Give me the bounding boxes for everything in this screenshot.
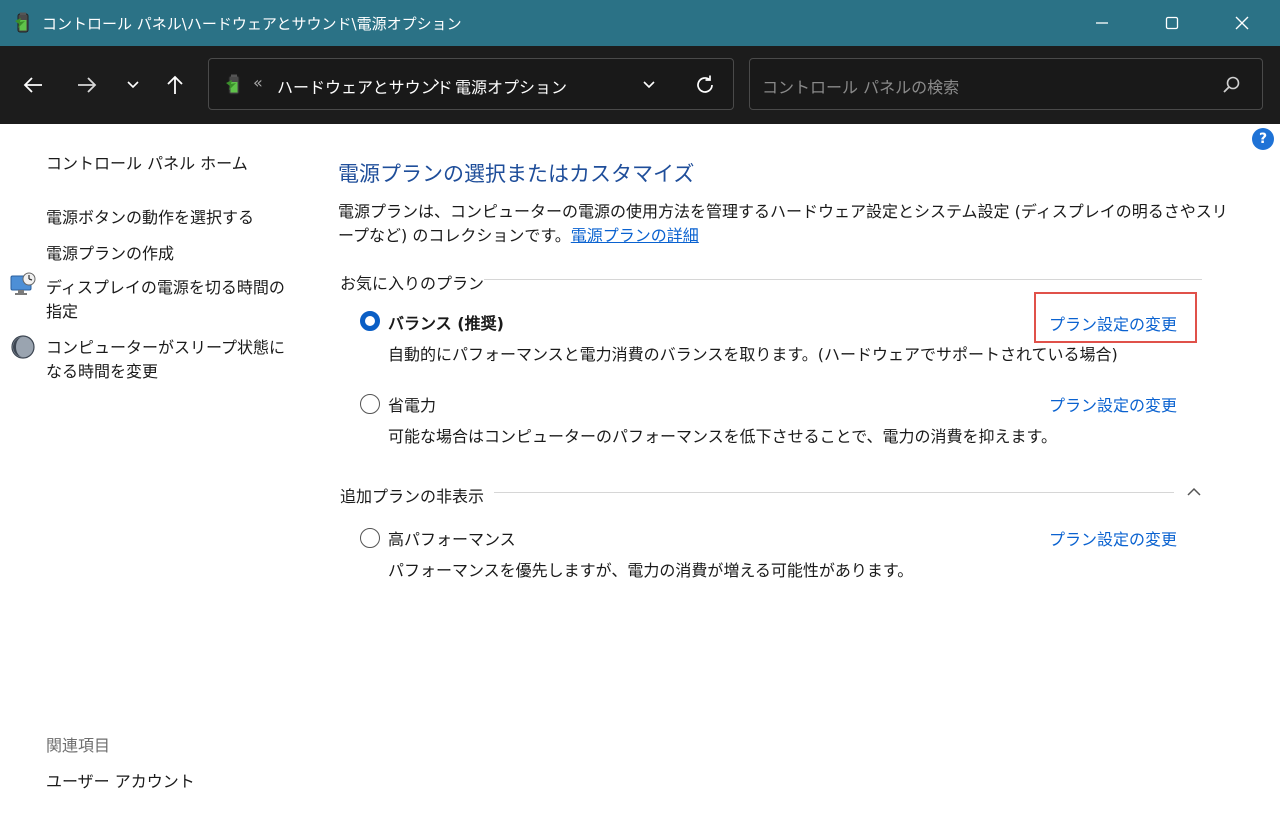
forward-button[interactable] <box>70 68 104 102</box>
maximize-icon <box>1165 16 1179 30</box>
plan-high-performance-change-settings-link[interactable]: プラン設定の変更 <box>1049 526 1177 550</box>
navigation-bar: « ハードウェアとサウンド › 電源オプション コントロール パネルの検索 <box>0 46 1280 124</box>
power-options-window: コントロール パネル\ハードウェアとサウンド\電源オプション « ハードウェアと… <box>0 0 1280 820</box>
breadcrumb-separator[interactable]: › <box>433 72 440 93</box>
search-box[interactable]: コントロール パネルの検索 <box>749 58 1263 110</box>
arrow-up-icon <box>167 75 183 94</box>
display-clock-icon <box>10 272 36 295</box>
sidebar-item-sleep-time[interactable]: コンピューターがスリープ状態になる時間を変更 <box>46 336 296 384</box>
chevron-down-icon <box>127 81 139 89</box>
hidden-plans-divider <box>494 492 1174 493</box>
sidebar-item-create-plan[interactable]: 電源プランの作成 <box>46 240 174 264</box>
maximize-button[interactable] <box>1142 0 1202 46</box>
back-button[interactable] <box>16 68 50 102</box>
plan-balanced-name[interactable]: バランス (推奨) <box>388 310 504 334</box>
plan-high-performance-name[interactable]: 高パフォーマンス <box>388 526 516 550</box>
refresh-button[interactable] <box>691 71 719 99</box>
power-battery-icon <box>226 74 240 95</box>
power-battery-icon <box>15 12 29 33</box>
address-overflow-chevron[interactable]: « <box>253 73 263 92</box>
plan-power-saver-name[interactable]: 省電力 <box>388 392 436 416</box>
collapse-hidden-plans-button[interactable] <box>1183 482 1205 502</box>
minimize-button[interactable] <box>1072 0 1132 46</box>
search-input[interactable]: コントロール パネルの検索 <box>762 74 959 98</box>
highlight-box <box>1034 292 1197 343</box>
moon-icon <box>11 335 35 359</box>
address-bar[interactable]: « ハードウェアとサウンド › 電源オプション <box>208 58 734 110</box>
chevron-down-icon <box>643 81 655 89</box>
chevron-up-icon <box>1187 487 1201 496</box>
plan-high-performance-description: パフォーマンスを優先しますが、電力の消費が増える可能性があります。 <box>388 561 914 580</box>
plan-power-saver-change-settings-link[interactable]: プラン設定の変更 <box>1049 392 1177 416</box>
related-header: 関連項目 <box>46 736 111 755</box>
control-panel-home-link[interactable]: コントロール パネル ホーム <box>46 150 248 174</box>
page-title: 電源プランの選択またはカスタマイズ <box>338 162 695 186</box>
title-bar[interactable]: コントロール パネル\ハードウェアとサウンド\電源オプション <box>0 0 1280 46</box>
sidebar-item-power-button[interactable]: 電源ボタンの動作を選択する <box>46 204 254 228</box>
plan-power-saver-description: 可能な場合はコンピューターのパフォーマンスを低下させることで、電力の消費を抑えま… <box>388 427 1057 446</box>
hidden-plans-header[interactable]: 追加プランの非表示 <box>340 483 484 507</box>
description-text: 電源プランは、コンピューターの電源の使用方法を管理するハードウェア設定とシステム… <box>338 202 1228 245</box>
sidebar-item-display-off-time[interactable]: ディスプレイの電源を切る時間の指定 <box>46 276 296 324</box>
arrow-right-icon <box>78 77 97 93</box>
user-accounts-link[interactable]: ユーザー アカウント <box>46 768 195 792</box>
refresh-icon <box>697 75 713 93</box>
address-history-button[interactable] <box>637 73 661 97</box>
plan-balanced-description: 自動的にパフォーマンスと電力消費のバランスを取ります。(ハードウェアでサポートさ… <box>388 345 1118 364</box>
minimize-icon <box>1096 22 1108 24</box>
window-title: コントロール パネル\ハードウェアとサウンド\電源オプション <box>42 15 462 33</box>
up-button[interactable] <box>158 68 192 102</box>
help-icon[interactable]: ? <box>1252 128 1274 150</box>
favorites-header: お気に入りのプラン <box>340 274 485 293</box>
favorites-divider <box>484 279 1202 280</box>
arrow-left-icon <box>23 77 42 93</box>
close-button[interactable] <box>1212 0 1272 46</box>
plan-power-saver-radio[interactable] <box>360 394 380 414</box>
power-plan-details-link[interactable]: 電源プランの詳細 <box>571 226 699 245</box>
close-icon <box>1235 16 1249 30</box>
breadcrumb-hardware-sound[interactable]: ハードウェアとサウンド <box>277 74 453 98</box>
breadcrumb-power-options[interactable]: 電源オプション <box>455 74 567 98</box>
recent-locations-button[interactable] <box>116 68 150 102</box>
search-icon[interactable] <box>1220 74 1242 96</box>
plan-balanced-radio[interactable] <box>360 311 380 331</box>
page-description: 電源プランは、コンピューターの電源の使用方法を管理するハードウェア設定とシステム… <box>338 200 1228 248</box>
plan-high-performance-radio[interactable] <box>360 528 380 548</box>
